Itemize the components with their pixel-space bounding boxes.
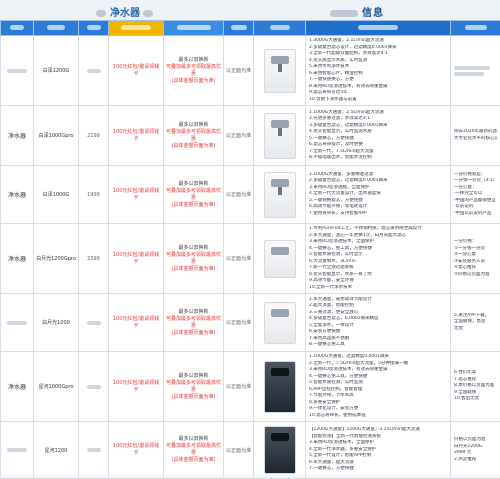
promo-cell: 100元红包/邀请领钱卡 [109,422,164,479]
brand-cell [1,422,34,479]
col-promo [109,21,164,36]
gift-cell: 最多以旧换新 可叠加最多可领取最高优惠 (具体金额页面为准) [164,294,224,352]
promo-cell: 100元红包/邀请领钱卡 [109,352,164,422]
table-row: 白月光1000 100元红包/邀请领钱卡 最多以旧换新 可叠加最多可领取最高优惠… [1,294,500,352]
ship-cell: 以正面为准 [224,36,254,106]
brand-cell: 净水器 [1,352,34,422]
ship-cell: 以正面为准 [224,224,254,294]
desc-cell: 1.率大通量，采用高效节能设计 2.超大流量，智能控制 3.三重过滤，更安全放心… [306,294,451,352]
price-cell: 1999 [79,166,109,224]
desc-cell: 【1200G大通量】1200G大通量，3.15L/min超大流速 【智能检测】全… [306,422,451,479]
title-bar: 净水器 信息 [0,0,500,21]
col-image [254,21,306,36]
water-purifier-image [264,113,296,159]
ship-cell: 以正面为准 [224,106,254,166]
brand-cell [1,294,34,352]
image-cell [254,352,306,422]
model-cell: 星河1000Gpro [34,352,79,422]
price-cell [79,422,109,479]
note-cell: 一分价格： ①一分钱一分货 ②一分心意 ③安装服务人员 ④滤芯推荐 ⑤价格以页面… [451,224,500,294]
note-cell [451,36,500,106]
gift-cell: 最多以旧换新 可叠加最多可领取最高优惠 (具体金额页面为准) [164,422,224,479]
brand-cell [1,36,34,106]
promo-cell: 100元红包/邀请领钱卡 [109,294,164,352]
price-cell: 2199 [79,106,109,166]
price-cell [79,294,109,352]
desc-cell: 1.专利PureFlat工艺，不锈钢材质，滤芯采用防泄漏设计 2.率大通量，滤芯… [306,224,451,294]
model-cell: 白泽1000Gpro [34,106,79,166]
gift-cell: 最多以旧换新 可叠加最多可领取最高优惠 (具体金额页面为准) [164,224,224,294]
spec-sheet-page: 净水器 信息 [0,0,500,475]
water-purifier-image [264,240,296,278]
col-brand [1,21,34,36]
col-info [306,21,451,36]
model-cell: 白泽1200G [34,36,79,106]
image-cell [254,106,306,166]
table-row: 净水器 白月光1200Gpro 2399 100元红包/邀请领钱卡 最多以旧换新… [1,224,500,294]
promo-cell: 100元红包/邀请领钱卡 [109,106,164,166]
water-purifier-image [264,426,296,474]
gift-cell: 最多以旧换新 可叠加最多可领取最高优惠 (具体金额页面为准) [164,106,224,166]
promo-cell: 100元红包/邀请领钱卡 [109,36,164,106]
table-row: 净水器 星河1000Gpro 100元红包/邀请领钱卡 最多以旧换新 可叠加最多… [1,352,500,422]
model-cell: 白月光1200Gpro [34,224,79,294]
info-title: 信息 [330,4,384,19]
header-row [1,21,500,36]
col-notes [451,21,500,36]
table-row: 星河1200 100元红包/邀请领钱卡 最多以旧换新 可叠加最多可领取最高优惠 … [1,422,500,479]
ship-cell: 以正面为准 [224,294,254,352]
model-cell: 星河1200 [34,422,79,479]
desc-cell: 1.3000G大通量，2.1L/min超大流速 2.多级复合滤芯设计，过滤精度0… [306,36,451,106]
note-cell: 5.关注APP下载， 全国联保，售后 无忧 [451,294,500,352]
table-row: 净水器 白泽1000G 1999 100元红包/邀请领钱卡 最多以旧换新 可叠加… [1,166,500,224]
ship-cell: 以正面为准 [224,166,254,224]
water-purifier-image [264,49,296,93]
image-cell [254,36,306,106]
col-model [34,21,79,36]
image-cell [254,166,306,224]
desc-cell: 1.1000G大通量，2.5L/min超大流速 2.先进多重过滤，水效高达3:1… [306,106,451,166]
gift-cell: 最多以旧换新 可叠加最多可领取最高优惠 (具体金额页面为准) [164,36,224,106]
water-purifier-image [264,172,296,218]
price-cell [79,36,109,106]
col-price [79,21,109,36]
image-cell [254,224,306,294]
product-table: 白泽1200G 100元红包/邀请领钱卡 最多以旧换新 可叠加最多可领取最高优惠… [0,20,500,479]
water-purifier-title: 净水器 [96,4,157,19]
gift-cell: 最多以旧换新 可叠加最多可领取最高优惠 (具体金额页面为准) [164,166,224,224]
brand-cell: 净水器 [1,224,34,294]
note-cell: 一分价格就是： 一分钱一分货（3:1） 一分心意： ·一样完全可以 ·中国的产品… [451,166,500,224]
note-cell: 除去2020年最新的滤网系统，相 大专业化水平的核心竞争力 [451,106,500,166]
desc-cell: 1.1000G大通量，过滤精度0.0001微米 2.全新一代，7.5L/min超… [306,352,451,422]
water-purifier-image [264,302,296,344]
image-cell [254,294,306,352]
promo-cell: 100元红包/邀请领钱卡 [109,166,164,224]
model-cell: 白泽1000G [34,166,79,224]
price-cell [79,352,109,422]
note-cell: 价格以页面为准 白月光1200G 2999 元 2.热卖推荐 [451,422,500,479]
brand-cell: 净水器 [1,106,34,166]
image-cell [254,422,306,479]
col-ship [224,21,254,36]
note-cell: 6.性价比高 7.滤芯推荐 8.本价格以页面为准 9.全国联保 10.售后无忧 [451,352,500,422]
promo-cell: 100元红包/邀请领钱卡 [109,224,164,294]
water-purifier-image [264,361,296,413]
gift-cell: 最多以旧换新 可叠加最多可领取最高优惠 (具体金额页面为准) [164,352,224,422]
table-row: 净水器 白泽1000Gpro 2199 100元红包/邀请领钱卡 最多以旧换新 … [1,106,500,166]
table-row: 白泽1200G 100元红包/邀请领钱卡 最多以旧换新 可叠加最多可领取最高优惠… [1,36,500,106]
ship-cell: 以正面为准 [224,352,254,422]
price-cell: 2399 [79,224,109,294]
desc-cell: 1.1000G大通量，多重精准过滤 2.多级复合滤芯，过滤精度0.0001微米 … [306,166,451,224]
col-gift [164,21,224,36]
brand-cell: 净水器 [1,166,34,224]
ship-cell: 以正面为准 [224,422,254,479]
model-cell: 白月光1000 [34,294,79,352]
